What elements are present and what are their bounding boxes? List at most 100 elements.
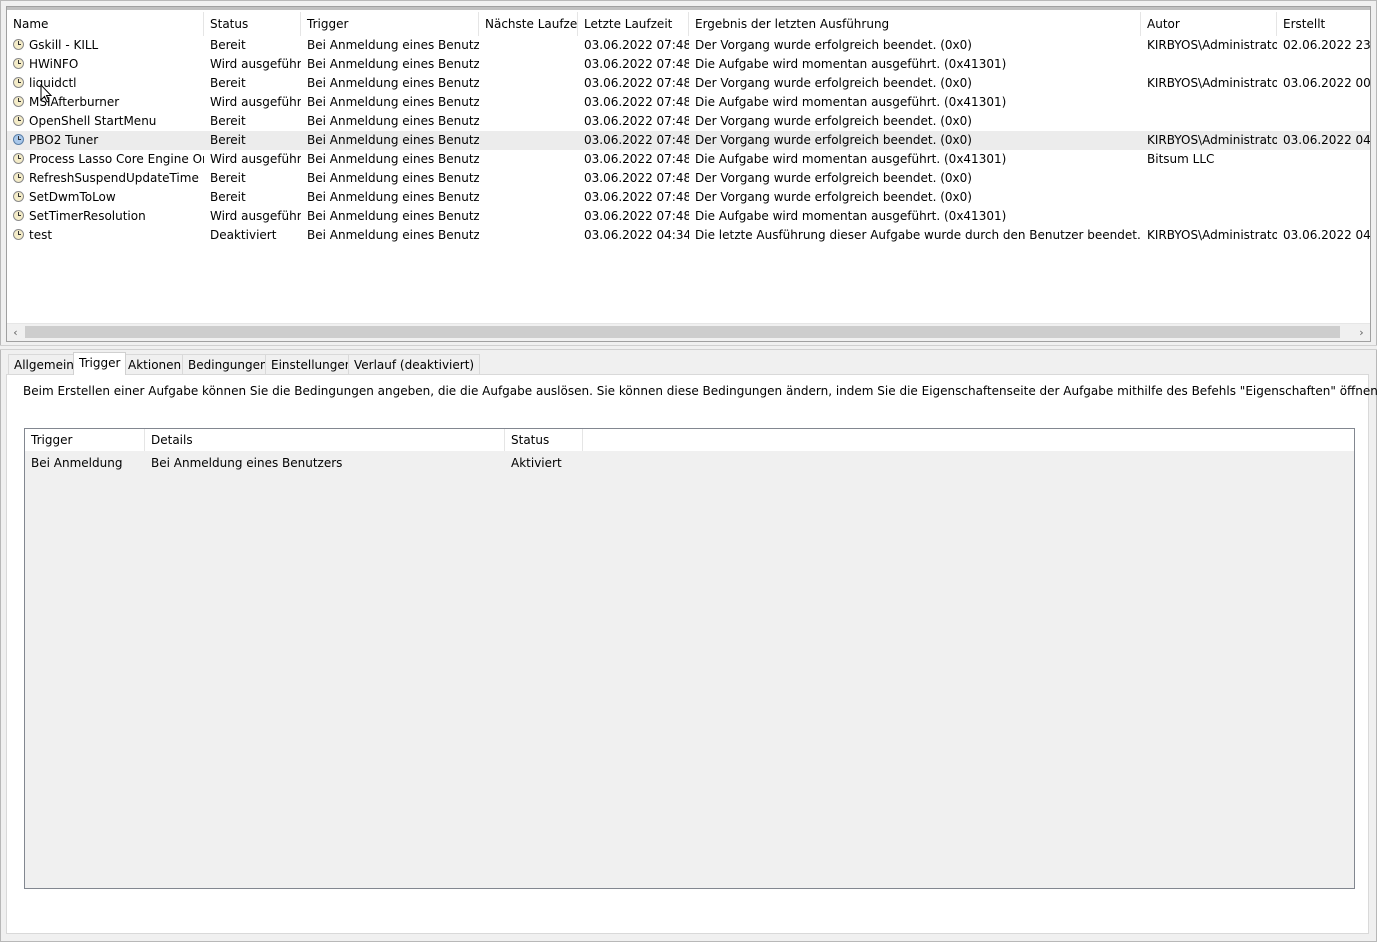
table-row[interactable]: MSIAfterburner Wird ausgeführt Bei Anmeldu… bbox=[7, 93, 1370, 112]
table-row[interactable]: SetDwmToLow Bereit Bei Anmeldung eines Ben… bbox=[7, 188, 1370, 207]
list-top-border bbox=[7, 7, 1370, 10]
pane-splitter[interactable] bbox=[0, 345, 1377, 350]
task-cell-author: KIRBYOS\Administrator bbox=[1147, 133, 1277, 147]
task-list[interactable]: Name Status Trigger Nächste Laufzeit Let… bbox=[6, 6, 1371, 342]
tab-aktionen[interactable]: Aktionen bbox=[122, 354, 188, 374]
task-cell-name: RefreshSuspendUpdateTime bbox=[29, 171, 199, 185]
task-cell-next-run bbox=[479, 226, 578, 245]
task-cell-status: Deaktiviert bbox=[210, 228, 277, 242]
column-header-name[interactable]: Name bbox=[7, 12, 204, 36]
task-cell-created: 03.06.2022 04:18: bbox=[1283, 133, 1371, 147]
column-header-last-result[interactable]: Ergebnis der letzten Ausführung bbox=[689, 12, 1141, 36]
task-cell-name: liquidctl bbox=[29, 76, 77, 90]
task-cell-status: Wird ausgeführt bbox=[210, 209, 301, 223]
task-cell-next-run bbox=[479, 74, 578, 93]
task-cell-created bbox=[1277, 188, 1370, 207]
task-cell-name: HWiNFO bbox=[29, 57, 79, 71]
trigger-table-row[interactable]: Bei Anmeldung Bei Anmeldung eines Benutz… bbox=[25, 453, 1354, 473]
trigger-column-header-details[interactable]: Details bbox=[145, 429, 505, 451]
trigger-cell-status: Aktiviert bbox=[511, 456, 562, 470]
task-cell-trigger: Bei Anmeldung eines Benutzers bbox=[307, 57, 479, 71]
task-cell-next-run bbox=[479, 93, 578, 112]
trigger-table[interactable]: Trigger Details Status Bei Anmeldung Bei… bbox=[24, 428, 1355, 889]
task-cell-name: test bbox=[29, 228, 53, 242]
task-cell-trigger: Bei Anmeldung eines Benutzers bbox=[307, 209, 479, 223]
trigger-tab-panel: Beim Erstellen einer Aufgabe können Sie … bbox=[6, 374, 1377, 934]
task-cell-trigger: Bei Anmeldung eines Benutzers bbox=[307, 38, 479, 52]
task-cell-status: Wird ausgeführt bbox=[210, 57, 301, 71]
task-cell-name: MSIAfterburner bbox=[29, 95, 120, 109]
table-row[interactable]: PBO2 Tuner Bereit Bei Anmeldung eines Benu… bbox=[7, 131, 1371, 150]
table-row[interactable]: test Deaktiviert Bei Anmeldung eines Benut… bbox=[7, 226, 1371, 245]
column-header-last-run[interactable]: Letzte Laufzeit bbox=[578, 12, 689, 36]
task-cell-last-result: Der Vorgang wurde erfolgreich beendet. (… bbox=[695, 133, 972, 147]
task-cell-status: Bereit bbox=[210, 114, 246, 128]
scroll-right-arrow-icon[interactable]: › bbox=[1353, 324, 1370, 341]
table-row[interactable]: SetTimerResolution Wird ausgeführt Bei Anm… bbox=[7, 207, 1370, 226]
task-cell-last-run: 03.06.2022 04:34:33 bbox=[584, 228, 689, 242]
task-cell-author bbox=[1141, 55, 1277, 74]
task-cell-last-result: Die Aufgabe wird momentan ausgeführt. (0… bbox=[695, 57, 1007, 71]
tab-verlauf[interactable]: Verlauf (deaktiviert) bbox=[348, 354, 481, 374]
task-cell-author: KIRBYOS\Administrator bbox=[1147, 76, 1277, 90]
trigger-column-header-status[interactable]: Status bbox=[505, 429, 583, 451]
task-cell-last-run: 03.06.2022 07:48:03 bbox=[584, 190, 689, 204]
task-cell-next-run bbox=[479, 55, 578, 74]
task-cell-last-run: 03.06.2022 07:48:03 bbox=[584, 152, 689, 166]
trigger-cell-details: Bei Anmeldung eines Benutzers bbox=[151, 456, 343, 470]
task-cell-trigger: Bei Anmeldung eines Benutzers bbox=[307, 152, 479, 166]
trigger-column-header-trigger[interactable]: Trigger bbox=[25, 429, 145, 451]
task-cell-next-run bbox=[479, 112, 578, 131]
task-cell-created bbox=[1277, 150, 1370, 169]
column-header-status[interactable]: Status bbox=[204, 12, 301, 36]
mouse-cursor-icon bbox=[40, 84, 53, 103]
task-cell-status: Bereit bbox=[210, 190, 246, 204]
task-cell-created: 02.06.2022 23:50: bbox=[1283, 38, 1371, 52]
task-cell-trigger: Bei Anmeldung eines Benutzers bbox=[307, 171, 479, 185]
task-cell-trigger: Bei Anmeldung eines Benutzers bbox=[307, 95, 479, 109]
task-cell-status: Wird ausgeführt bbox=[210, 152, 301, 166]
table-row[interactable]: Gskill - KILL Bereit Bei Anmeldung eines B… bbox=[7, 36, 1371, 55]
task-cell-trigger: Bei Anmeldung eines Benutzers bbox=[307, 76, 479, 90]
task-cell-status: Bereit bbox=[210, 76, 246, 90]
column-header-next-run[interactable]: Nächste Laufzeit bbox=[479, 12, 578, 36]
task-cell-status: Bereit bbox=[210, 133, 246, 147]
task-cell-trigger: Bei Anmeldung eines Benutzers bbox=[307, 190, 479, 204]
tab-bedingungen[interactable]: Bedingungen bbox=[182, 354, 274, 374]
table-row[interactable]: OpenShell StartMenu Bereit Bei Anmeldung e… bbox=[7, 112, 1370, 131]
task-cell-last-result: Der Vorgang wurde erfolgreich beendet. (… bbox=[695, 76, 972, 90]
task-cell-created bbox=[1277, 207, 1370, 226]
tab-einstellungen[interactable]: Einstellungen bbox=[265, 354, 359, 374]
table-row[interactable]: RefreshSuspendUpdateTime Bereit Bei Anmeld… bbox=[7, 169, 1370, 188]
task-cell-status: Bereit bbox=[210, 38, 246, 52]
task-cell-last-run: 03.06.2022 07:48:33 bbox=[584, 171, 689, 185]
task-cell-trigger: Bei Anmeldung eines Benutzers bbox=[307, 114, 479, 128]
horizontal-scrollbar[interactable]: ‹ › bbox=[7, 323, 1370, 341]
task-cell-created: 03.06.2022 04:32: bbox=[1283, 228, 1371, 242]
task-cell-name: PBO2 Tuner bbox=[29, 133, 99, 147]
task-cell-author bbox=[1141, 93, 1277, 112]
column-header-created[interactable]: Erstellt bbox=[1277, 12, 1370, 36]
task-cell-last-result: Der Vorgang wurde erfolgreich beendet. (… bbox=[695, 171, 972, 185]
column-header-author[interactable]: Autor bbox=[1141, 12, 1277, 36]
scroll-left-arrow-icon[interactable]: ‹ bbox=[7, 324, 24, 341]
table-row[interactable]: Process Lasso Core Engine Only Wird ausge… bbox=[7, 150, 1370, 169]
task-cell-last-run: 03.06.2022 07:48:03 bbox=[584, 95, 689, 109]
table-row[interactable]: HWiNFO Wird ausgeführt Bei Anmeldung eines… bbox=[7, 55, 1370, 74]
trigger-description: Beim Erstellen einer Aufgabe können Sie … bbox=[23, 384, 1377, 398]
task-cell-last-result: Der Vorgang wurde erfolgreich beendet. (… bbox=[695, 38, 972, 52]
tab-trigger[interactable]: Trigger bbox=[73, 352, 127, 375]
task-cell-created bbox=[1277, 112, 1370, 131]
task-cell-name: Gskill - KILL bbox=[29, 38, 99, 52]
table-row[interactable]: liquidctl Bereit Bei Anmeldung eines Benut… bbox=[7, 74, 1370, 93]
task-cell-last-result: Der Vorgang wurde erfolgreich beendet. (… bbox=[695, 114, 972, 128]
scrollbar-thumb[interactable] bbox=[25, 326, 1340, 338]
task-cell-name: Process Lasso Core Engine Only bbox=[29, 152, 204, 166]
task-cell-author: Bitsum LLC bbox=[1147, 152, 1215, 166]
task-cell-last-run: 03.06.2022 07:48:03 bbox=[584, 133, 689, 147]
column-header-trigger[interactable]: Trigger bbox=[301, 12, 479, 36]
task-cell-author: KIRBYOS\Administrator bbox=[1147, 38, 1277, 52]
tab-allgemein[interactable]: Allgemein bbox=[8, 354, 80, 374]
task-cell-author bbox=[1141, 112, 1277, 131]
task-cell-last-run: 03.06.2022 07:48:33 bbox=[584, 38, 689, 52]
